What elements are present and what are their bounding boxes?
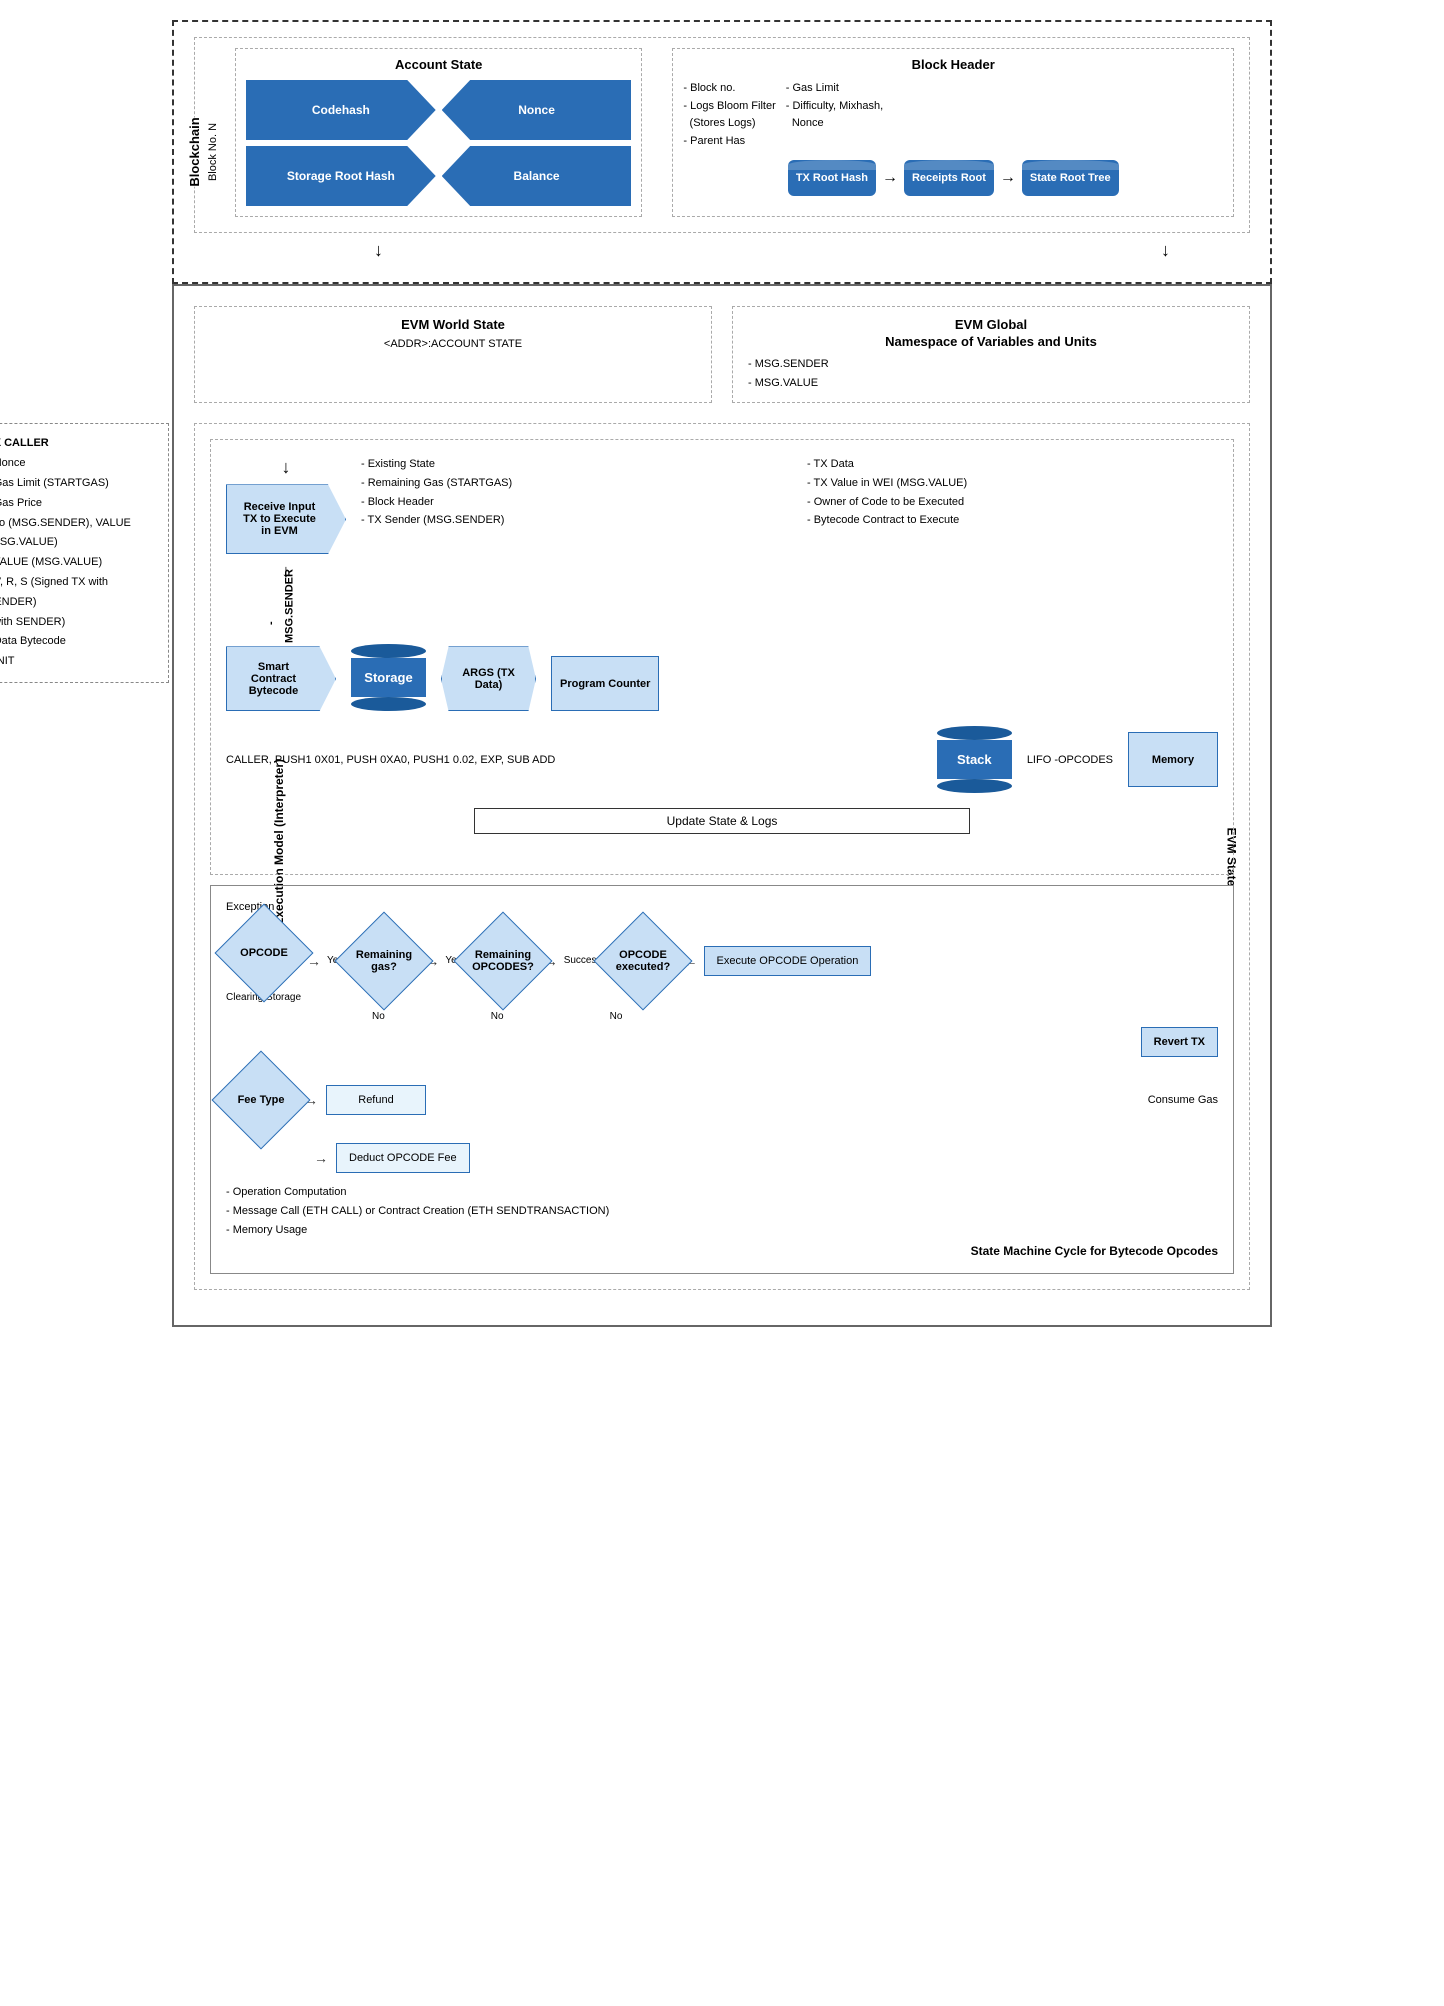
smart-contract-box: Smart Contract Bytecode <box>226 646 336 711</box>
no-label-1: No <box>372 1011 385 1022</box>
opcode-col: OPCODE Clearing Storage <box>226 918 301 1003</box>
update-state-row: Update State & Logs <box>226 808 1218 849</box>
state-machine-label: State Machine Cycle for Bytecode Opcodes <box>226 1244 1218 1258</box>
program-counter-box: Program Counter <box>551 656 659 711</box>
arrow-down-tx: ↓ <box>282 458 291 476</box>
consume-gas-label: Consume Gas <box>1148 1094 1218 1106</box>
revert-tx-box: Revert TX <box>1141 1027 1218 1057</box>
storage-root-hash-ribbon: Storage Root Hash <box>246 146 436 206</box>
codehash-ribbon: Codehash <box>246 80 436 140</box>
tx-info-left: - Existing State - Remaining Gas (STARTG… <box>361 455 772 530</box>
account-state-grid: Codehash Nonce Storage Root Hash Balance <box>246 80 631 206</box>
update-state-bar: Update State & Logs <box>474 808 970 834</box>
evm-world-state-subtitle: <ADDR>:ACCOUNT STATE <box>210 338 696 350</box>
stack-cylinder-bottom <box>937 779 1012 793</box>
stack-cylinder-top <box>937 726 1012 740</box>
block-header-right-text: - Gas Limit - Difficulty, Mixhash, Nonce <box>786 80 883 150</box>
receipts-root-cylinder: Receipts Root <box>904 160 994 196</box>
opcode-diamond-text: OPCODE <box>230 947 298 959</box>
opcode-executed-diamond: OPCODE executed? <box>593 911 692 1010</box>
no-label-2: No <box>491 1011 504 1022</box>
block-header-content: - Block no. - Logs Bloom Filter (Stores … <box>683 80 1223 150</box>
arrow-right-icon2: → <box>1000 169 1016 187</box>
execute-opcode-box: Execute OPCODE Operation <box>704 946 872 976</box>
revert-tx-row: Revert TX <box>226 1027 1218 1057</box>
stack-row: CALLER, PUSH1 0X01, PUSH 0XA0, PUSH1 0.0… <box>226 726 1218 793</box>
evm-global-ns-subtitle: Namespace of Variables and Units <box>748 334 1234 349</box>
evm-state-inner: ↓ Receive Input TX to Execute in EVM ↓ -… <box>210 439 1234 875</box>
bottom-labels: - Operation Computation - Message Call (… <box>226 1183 1218 1239</box>
evm-state-section: EVM State EVM Execution Model (Interpret… <box>194 423 1250 1290</box>
stack-lifo-label: LIFO -OPCODES <box>1027 754 1113 766</box>
block-no-label: Block No. N <box>207 123 219 181</box>
stack-group: Stack <box>937 726 1012 793</box>
fee-row: Fee Type → Refund Consume Gas <box>226 1065 1218 1135</box>
tx-root-hash-cylinder: TX Root Hash <box>788 160 876 196</box>
storage-cylinder-body: Storage <box>351 658 426 697</box>
exception-label: Exception <box>226 901 1218 913</box>
tx-caller-box: TX CALLER - Nonce - Gas Limit (STARTGAS)… <box>0 423 169 683</box>
main-flow-row: OPCODE Clearing Storage → Yes Remaining … <box>226 918 1218 1003</box>
balance-ribbon: Balance <box>442 146 632 206</box>
evm-global-ns-items: - MSG.SENDER - MSG.VALUE <box>748 355 1234 392</box>
tx-info-right: - TX Data - TX Value in WEI (MSG.VALUE) … <box>807 455 1218 530</box>
components-row: - MSG.SENDER Smart Contract Bytecode Sto… <box>226 603 1218 711</box>
block-header-title: Block Header <box>683 57 1223 72</box>
evm-world-state-title: EVM World State <box>210 317 696 332</box>
remaining-gas-diamond: Remaining gas? <box>335 911 434 1010</box>
opcode-diamond: OPCODE <box>214 904 313 1003</box>
state-root-tree-cylinder: State Root Tree <box>1022 160 1119 196</box>
deduct-row: → Deduct OPCODE Fee <box>226 1143 1218 1173</box>
account-state-block: Account State Codehash Nonce Storage Roo… <box>235 48 642 217</box>
refund-box: Refund <box>326 1085 426 1115</box>
no-label-3: No <box>610 1011 623 1022</box>
arrow-down-blockchain-left: ↓ <box>374 241 383 259</box>
block-header-section: Block Header - Block no. - Logs Bloom Fi… <box>672 48 1234 217</box>
smart-contract-col: - MSG.SENDER Smart Contract Bytecode <box>226 603 336 711</box>
receive-tx-row: ↓ Receive Input TX to Execute in EVM ↓ -… <box>226 455 1218 583</box>
deduct-fee-box: Deduct OPCODE Fee <box>336 1143 470 1173</box>
program-counter-col: Program Counter <box>551 656 659 711</box>
remaining-gas-text: Remaining gas? <box>350 949 418 973</box>
blockchain-inner: Block No. N Account State Codehash Nonce… <box>194 37 1250 233</box>
evm-top-row: EVM World State <ADDR>:ACCOUNT STATE EVM… <box>194 306 1250 403</box>
evm-outer-section: EVM World State <ADDR>:ACCOUNT STATE EVM… <box>172 284 1272 1327</box>
msg-sender-label: - MSG.SENDER <box>262 603 299 643</box>
args-shape: ARGS (TX Data) <box>441 646 536 711</box>
args-col: ARGS (TX Data) <box>441 646 536 711</box>
storage-cylinder: Storage <box>351 644 426 711</box>
receive-tx-box: Receive Input TX to Execute in EVM <box>226 484 346 554</box>
tx-input-area: ↓ Receive Input TX to Execute in EVM ↓ <box>226 455 346 583</box>
stack-text: CALLER, PUSH1 0X01, PUSH 0XA0, PUSH1 0.0… <box>226 754 922 766</box>
stack-cylinder-body: Stack <box>937 740 1012 779</box>
tx-caller-title: TX CALLER <box>0 434 156 454</box>
opcodes-section: Exception OPCODE Clearing Storage → Yes <box>210 885 1234 1274</box>
account-state-title: Account State <box>246 57 631 72</box>
opcode-executed-text: OPCODE executed? <box>609 949 677 973</box>
no-labels-row: No No No <box>306 1011 1218 1022</box>
nonce-ribbon: Nonce <box>442 80 632 140</box>
fee-type-text: Fee Type <box>227 1094 295 1106</box>
remaining-opcodes-text: Remaining OPCODES? <box>469 949 537 973</box>
arrow-deduct: → <box>314 1150 328 1166</box>
blockchain-section: Blockchain Block No. N Account State Cod… <box>172 20 1272 284</box>
evm-world-state: EVM World State <ADDR>:ACCOUNT STATE <box>194 306 712 403</box>
arrow-down-blockchain-right: ↓ <box>1161 241 1170 259</box>
remaining-opcodes-diamond: Remaining OPCODES? <box>453 911 552 1010</box>
evm-global-ns: EVM Global Namespace of Variables and Un… <box>732 306 1250 403</box>
arrow-right-icon: → <box>882 169 898 187</box>
fee-type-diamond: Fee Type <box>212 1051 311 1150</box>
storage-cylinder-bottom <box>351 697 426 711</box>
block-header-left-text: - Block no. - Logs Bloom Filter (Stores … <box>683 80 775 150</box>
evm-execution-wrapper: TX CALLER - Nonce - Gas Limit (STARTGAS)… <box>194 423 1250 1290</box>
evm-global-ns-title: EVM Global <box>748 317 1234 332</box>
memory-box: Memory <box>1128 732 1218 787</box>
storage-cylinder-top <box>351 644 426 658</box>
blockchain-label: Blockchain <box>187 117 202 186</box>
block-header-bottom: TX Root Hash → Receipts Root → State Roo… <box>683 160 1223 196</box>
